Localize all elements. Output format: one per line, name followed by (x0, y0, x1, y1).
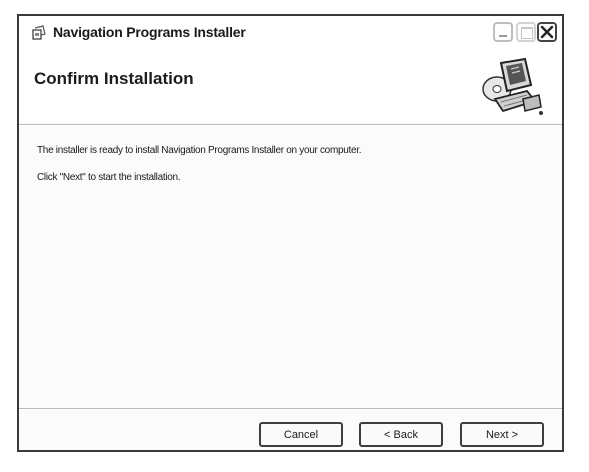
maximize-button[interactable] (516, 22, 536, 42)
minimize-button[interactable] (493, 22, 513, 42)
window-title: Navigation Programs Installer (53, 24, 246, 40)
footer-divider (19, 408, 562, 410)
page-title: Confirm Installation (34, 69, 194, 88)
close-button[interactable] (537, 22, 557, 42)
instruction-message: Click "Next" to start the installation. (37, 172, 181, 183)
header-divider (19, 124, 562, 126)
back-button[interactable]: < Back (359, 422, 443, 447)
ready-message: The installer is ready to install Naviga… (37, 145, 362, 156)
next-button[interactable]: Next > (460, 422, 544, 447)
installer-app-icon (31, 25, 47, 41)
title-bar[interactable]: Navigation Programs Installer (19, 16, 562, 50)
screenshot-page: Navigation Programs Installer Confirm In… (0, 0, 589, 472)
header-banner: Confirm Installation (19, 49, 562, 122)
installer-window: Navigation Programs Installer Confirm In… (17, 14, 564, 452)
cancel-button[interactable]: Cancel (259, 422, 343, 447)
close-icon (540, 25, 554, 39)
computer-install-icon (479, 55, 545, 119)
